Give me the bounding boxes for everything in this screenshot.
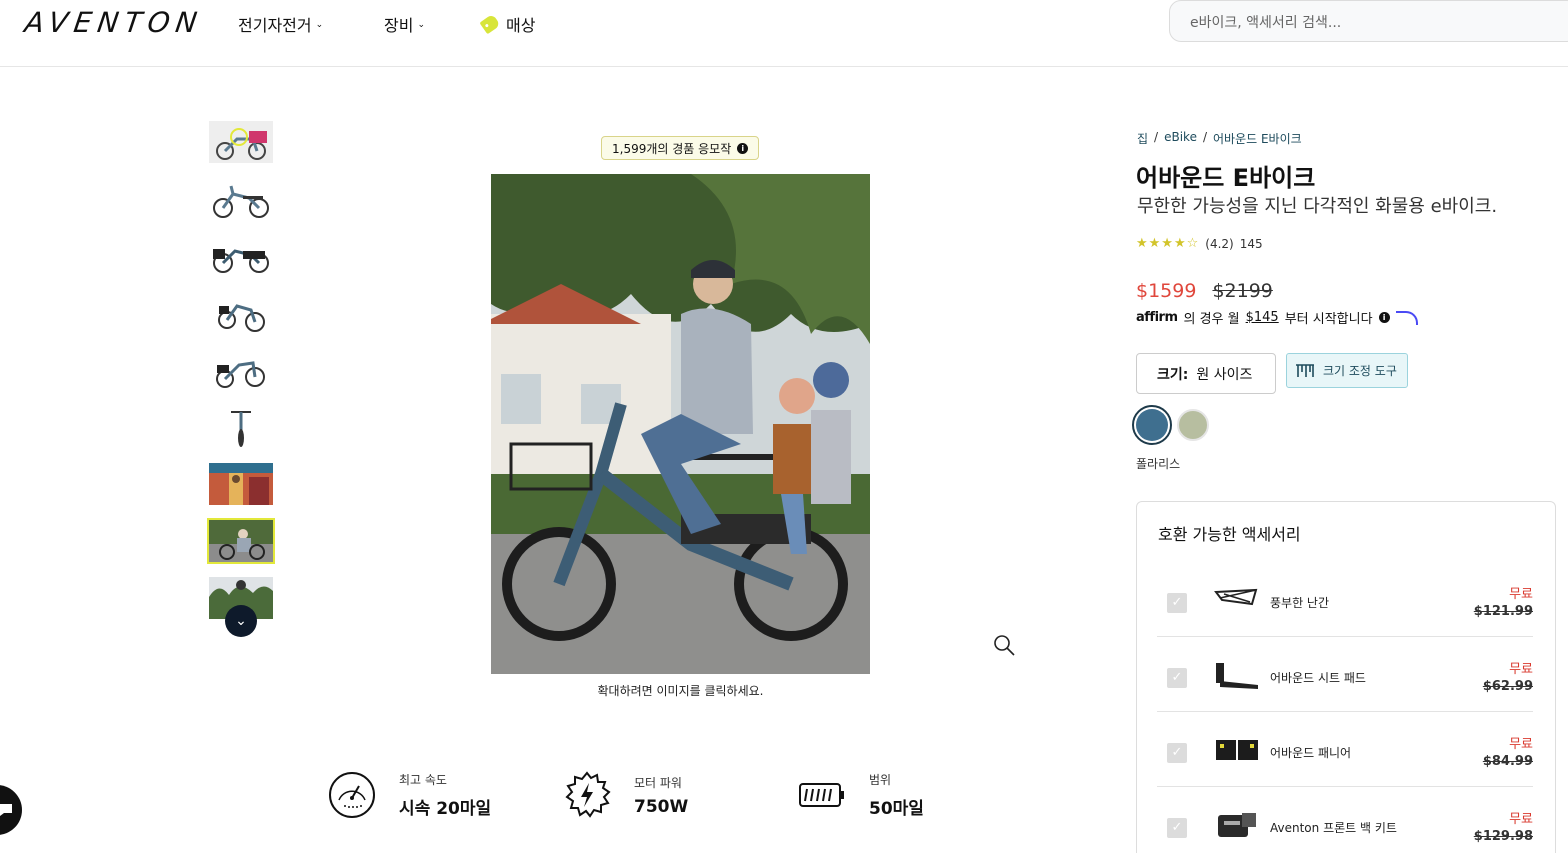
spec-motor-power-value: 750W xyxy=(634,796,689,817)
size-selector[interactable]: 크기: 원 사이즈 xyxy=(1136,353,1276,394)
rating-stars-icon: ★★★★☆ xyxy=(1136,236,1200,251)
nav-sale-label: 매상 xyxy=(506,16,536,35)
accessory-checkbox[interactable]: ✓ xyxy=(1167,668,1187,688)
accessory-original-price: $129.98 xyxy=(1473,829,1533,844)
product-title: 어바운드 E바이크 xyxy=(1136,164,1316,192)
rating-value: (4.2) xyxy=(1205,236,1234,251)
product-rating[interactable]: ★★★★☆ (4.2) 145 xyxy=(1136,236,1263,251)
ruler-icon xyxy=(1296,363,1314,377)
thumbnail-bike-cargo[interactable] xyxy=(209,121,273,163)
nav-sale[interactable]: 매상 xyxy=(479,12,536,36)
accessory-rail-image xyxy=(1214,588,1258,606)
accessory-free-label: 무료 xyxy=(1509,737,1533,752)
lightning-gear-icon xyxy=(565,771,611,818)
chat-widget-button[interactable] xyxy=(0,785,22,835)
thumbnail-bike-front[interactable] xyxy=(209,406,273,448)
thumbnail-list xyxy=(207,121,275,634)
accessory-free-label: 무료 xyxy=(1509,662,1533,677)
affirm-financing: affirm 의 경우 월 $145 부터 시작합니다 i xyxy=(1136,308,1418,327)
nav-ebikes-label: 전기자전거 xyxy=(238,16,312,35)
spec-top-speed-label: 최고 속도 xyxy=(399,773,447,787)
info-icon[interactable]: i xyxy=(1378,312,1390,323)
accessory-original-price: $62.99 xyxy=(1482,679,1533,694)
accessory-name[interactable]: 풍부한 난간 xyxy=(1270,594,1329,611)
nav-ebikes[interactable]: 전기자전거 ⌄ xyxy=(238,12,323,36)
accessory-front-bag-image xyxy=(1218,813,1256,837)
accessory-seat-pad-image xyxy=(1216,663,1258,689)
accessory-checkbox[interactable]: ✓ xyxy=(1167,743,1187,763)
accessory-free-label: 무료 xyxy=(1509,587,1533,602)
spec-motor-power-label: 모터 파워 xyxy=(634,775,682,790)
breadcrumb-home[interactable]: 집 xyxy=(1137,130,1148,147)
accessory-checkbox[interactable]: ✓ xyxy=(1167,818,1187,838)
spec-range: 범위 50마일 xyxy=(797,770,924,820)
breadcrumb-current[interactable]: 어바운드 E바이크 xyxy=(1213,130,1302,147)
size-tool-button[interactable]: 크기 조정 도구 xyxy=(1286,353,1408,388)
speedometer-icon xyxy=(329,772,375,818)
size-label: 크기: xyxy=(1157,366,1189,383)
review-badge-text: 1,599개의 경품 응모작 xyxy=(612,141,732,156)
accessory-row: ✓ 어바운드 패니어 무료 $84.99 xyxy=(1157,712,1533,787)
search-input[interactable]: e바이크, 액세서리 검색... xyxy=(1169,0,1568,42)
accessory-row: ✓ 풍부한 난간 무료 $121.99 xyxy=(1157,562,1533,637)
color-swatch-blue[interactable] xyxy=(1132,405,1172,445)
breadcrumb-separator: / xyxy=(1154,130,1159,144)
accessory-row: ✓ 어바운드 시트 패드 무료 $62.99 xyxy=(1157,637,1533,712)
size-value: 원 사이즈 xyxy=(1196,366,1253,383)
nav-gear[interactable]: 장비 ⌄ xyxy=(384,12,425,36)
accessory-checkbox[interactable]: ✓ xyxy=(1167,593,1187,613)
price-row: $1599 $2199 xyxy=(1136,280,1273,302)
product-subtitle: 무한한 가능성을 지닌 다각적인 화물용 e바이크. xyxy=(1137,196,1498,217)
affirm-monthly-amount[interactable]: $145 xyxy=(1246,310,1279,325)
thumbnail-bike-rack[interactable] xyxy=(209,235,273,277)
thumbnail-bike-angle[interactable] xyxy=(209,292,273,334)
spec-range-value: 50마일 xyxy=(869,799,924,819)
thumbnail-bike-side[interactable] xyxy=(209,178,273,220)
accessory-name[interactable]: Aventon 프론트 백 키트 xyxy=(1270,819,1397,836)
breadcrumb-ebike[interactable]: eBike xyxy=(1164,130,1197,147)
affirm-logo: affirm xyxy=(1136,310,1178,325)
affirm-arc-icon xyxy=(1395,310,1418,325)
review-count: 145 xyxy=(1239,236,1263,251)
chat-icon xyxy=(0,804,12,816)
accessory-row: ✓ Aventon 프론트 백 키트 무료 $129.98 xyxy=(1157,787,1533,853)
color-swatch-sage[interactable] xyxy=(1177,409,1209,441)
site-header: AVENTON 전기자전거 ⌄ 장비 ⌄ 매상 e바이크, 액세서리 검색... xyxy=(0,0,1568,67)
accessory-name[interactable]: 어바운드 시트 패드 xyxy=(1270,669,1366,686)
affirm-pre-text: 의 경우 월 xyxy=(1183,312,1240,327)
accessory-name[interactable]: 어바운드 패니어 xyxy=(1270,744,1351,761)
spec-top-speed-value: 시속 20마일 xyxy=(399,799,492,819)
sale-price: $1599 xyxy=(1136,280,1197,302)
thumbnail-lifestyle-family[interactable] xyxy=(207,518,275,564)
spec-top-speed: 최고 속도 시속 20마일 xyxy=(327,770,491,820)
accessories-title: 호환 가능한 액세서리 xyxy=(1158,525,1301,544)
selected-color-name: 폴라리스 xyxy=(1136,457,1181,471)
spec-motor-power: 모터 파워 750W xyxy=(562,770,688,820)
review-badge: 1,599개의 경품 응모작 i xyxy=(601,136,760,160)
accessory-free-label: 무료 xyxy=(1509,812,1533,827)
breadcrumb-separator: / xyxy=(1202,130,1207,144)
spec-range-label: 범위 xyxy=(869,773,892,787)
thumbnail-lifestyle-mural[interactable] xyxy=(209,463,273,505)
chevron-down-icon: ⌄ xyxy=(315,20,324,30)
zoom-icon[interactable] xyxy=(992,633,1016,657)
accessory-original-price: $121.99 xyxy=(1473,604,1533,619)
affirm-post-text: 부터 시작합니다 xyxy=(1284,312,1373,327)
accessory-pannier-image xyxy=(1216,740,1258,760)
main-product-image[interactable] xyxy=(491,174,870,674)
accessory-original-price: $84.99 xyxy=(1482,754,1533,769)
info-icon[interactable]: i xyxy=(737,142,749,154)
chevron-down-icon: ⌄ xyxy=(417,20,425,30)
original-price: $2199 xyxy=(1212,280,1273,302)
battery-icon xyxy=(799,783,844,807)
click-to-zoom-hint: 확대하려면 이미지를 클릭하세요. xyxy=(597,684,764,698)
nav-gear-label: 장비 xyxy=(384,16,414,35)
breadcrumb: 집 / eBike / 어바운드 E바이크 xyxy=(1137,130,1302,147)
aventon-logo[interactable]: AVENTON xyxy=(23,6,205,39)
compatible-accessories-panel: 호환 가능한 액세서리 ✓ 풍부한 난간 무료 $121.99 ✓ 어바운드 시… xyxy=(1136,501,1556,853)
price-tag-icon xyxy=(479,13,501,35)
thumbnail-scroll-down-button[interactable]: ⌄ xyxy=(225,605,257,637)
size-tool-label: 크기 조정 도구 xyxy=(1323,364,1397,378)
thumbnail-bike-front-angle[interactable] xyxy=(209,349,273,391)
